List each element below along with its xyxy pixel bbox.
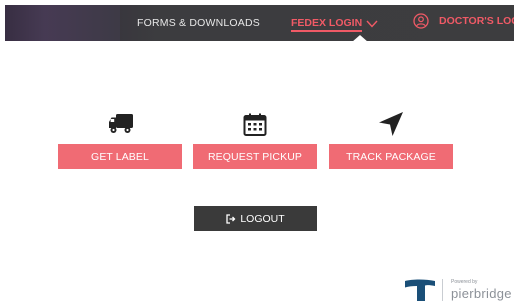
request-pickup-button[interactable]: REQUEST PICKUP [193,144,317,169]
logout-label: LOGOUT [240,212,285,225]
header-background-image [5,5,120,41]
user-circle-icon [413,13,429,29]
nav-doctor-login-label: DOCTOR'S LOGIN [439,15,514,27]
powered-by-text: Powered by [451,279,478,285]
chevron-down-icon [366,20,378,28]
calendar-icon [243,113,267,136]
branding-divider [442,279,443,301]
track-package-button[interactable]: TRACK PACKAGE [329,144,453,169]
nav-fedex-login[interactable]: FEDEX LOGIN [291,17,378,32]
brand-name: pierbridge [451,286,512,301]
top-navigation-bar: FORMS & DOWNLOADS FEDEX LOGIN DOCTOR'S L… [5,5,514,41]
powered-by-branding: Powered by pierbridge [404,276,512,304]
get-label-button[interactable]: GET LABEL [58,144,182,169]
logout-icon [226,213,236,224]
truck-icon [109,114,133,133]
active-menu-pointer [352,35,368,41]
nav-fedex-login-label: FEDEX LOGIN [291,17,363,32]
navigation-arrow-icon [379,112,403,136]
pierbridge-logo-icon [405,279,435,301]
logout-button[interactable]: LOGOUT [194,206,317,231]
nav-doctor-login[interactable]: DOCTOR'S LOGIN [413,13,514,29]
nav-forms-downloads[interactable]: FORMS & DOWNLOADS [137,17,260,29]
